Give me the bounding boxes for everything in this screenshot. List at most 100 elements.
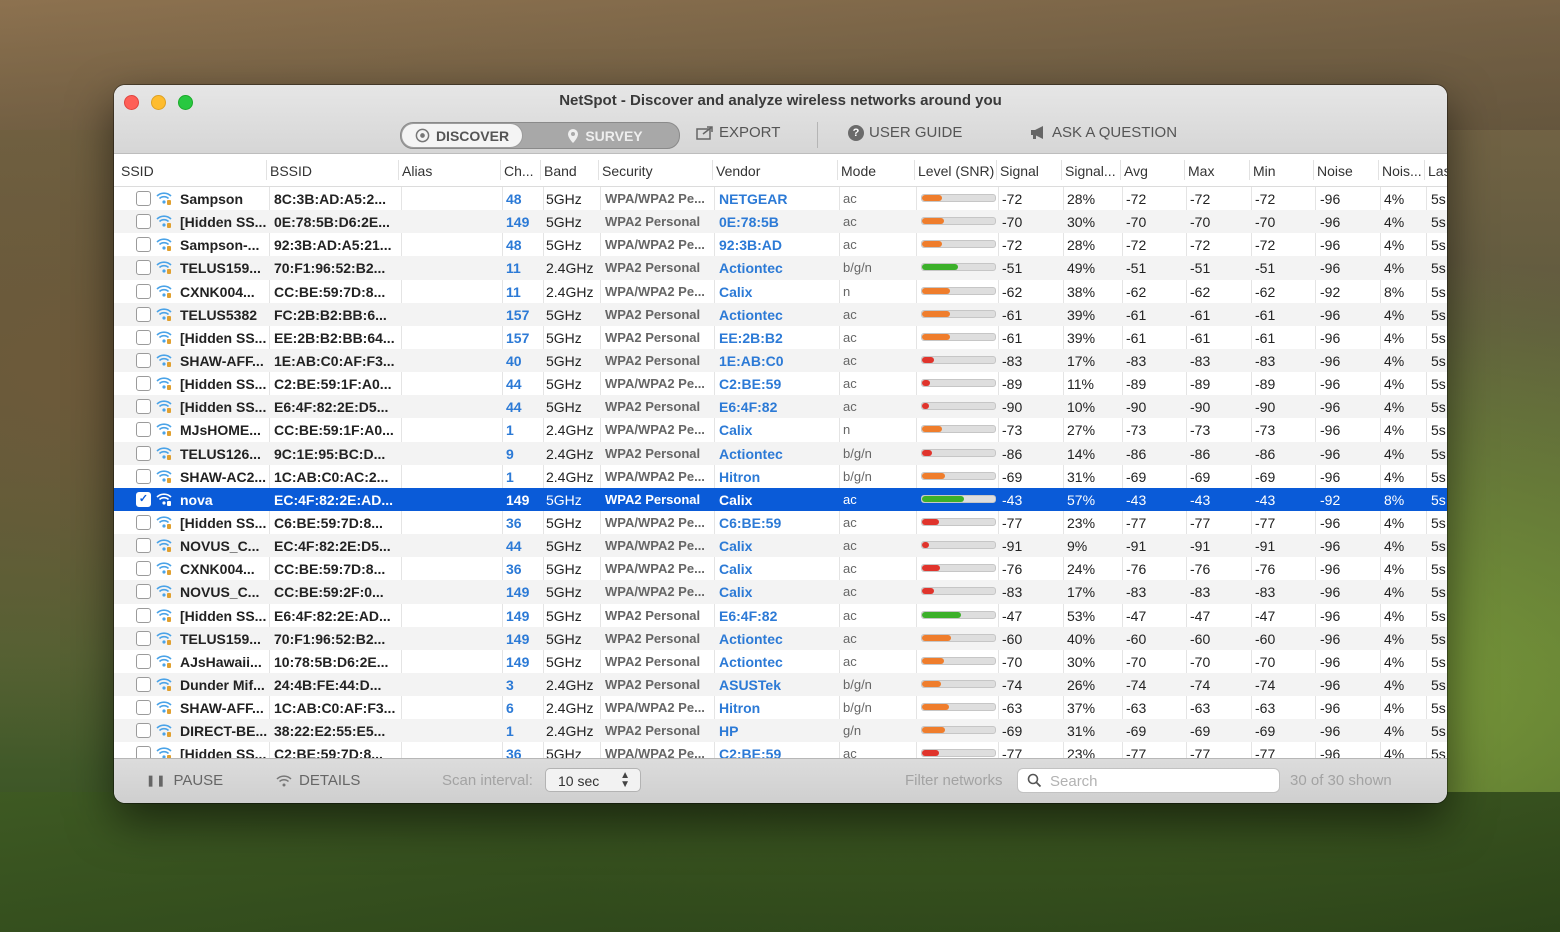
scan-interval-select[interactable]: 10 sec ▲ ▼ — [545, 768, 641, 792]
table-row[interactable]: ✓ Dunder Mif... 24:4B:FE:44:D... 3 2.4GHz WPA… — [114, 672, 1447, 697]
row-checkbox[interactable]: ✓ — [136, 723, 151, 739]
row-checkbox[interactable]: ✓ — [136, 630, 151, 646]
pause-button[interactable]: ❚❚ PAUSE — [146, 772, 223, 789]
row-checkbox[interactable]: ✓ — [136, 329, 151, 345]
table-row[interactable]: ✓ Sampson-... 92:3B:AD:A5:21... 48 5GHz WPA/W… — [114, 233, 1447, 256]
column-header[interactable]: Noise — [1317, 163, 1375, 179]
row-checkbox[interactable]: ✓ — [136, 376, 151, 392]
ask-question-button[interactable]: ASK A QUESTION — [1029, 124, 1177, 141]
band-cell: 2.4GHz — [546, 445, 594, 462]
signal-percent-cell: 31% — [1067, 723, 1096, 740]
column-header[interactable]: Vendor — [716, 163, 834, 179]
discover-tab[interactable]: DISCOVER — [401, 123, 523, 148]
security-cell: WPA2 Personal — [605, 399, 701, 415]
table-row[interactable]: ✓ NOVUS_C... CC:BE:59:2F:0... 149 5GHz WPA/WP… — [114, 580, 1447, 604]
avg-cell: -90 — [1126, 399, 1147, 416]
table-row[interactable]: ✓ [Hidden SS... E6:4F:82:2E:D5... 44 5GHz WPA… — [114, 395, 1447, 419]
row-checkbox[interactable]: ✓ — [136, 700, 151, 716]
row-checkbox[interactable]: ✓ — [136, 653, 151, 669]
wifi-icon — [156, 446, 172, 460]
row-checkbox[interactable]: ✓ — [136, 676, 151, 692]
avg-cell: -43 — [1126, 491, 1147, 508]
signal-cell: -70 — [1002, 214, 1023, 231]
column-header[interactable]: Signal — [1000, 163, 1060, 179]
table-row[interactable]: ✓ Sampson 8C:3B:AD:A5:2... 48 5GHz WPA/WPA2 P… — [114, 187, 1447, 210]
table-row[interactable]: ✓ SHAW-AFF... 1C:AB:C0:AF:F3... 6 2.4GHz WPA/… — [114, 696, 1447, 719]
channel-cell: 48 — [506, 191, 522, 207]
column-header[interactable]: Ch... — [504, 163, 539, 179]
survey-tab[interactable]: SURVEY — [531, 123, 679, 148]
table-row[interactable]: ✓ [Hidden SS... C6:BE:59:7D:8... 36 5GHz WPA/… — [114, 511, 1447, 534]
vendor-cell: Actiontec — [719, 445, 783, 462]
row-checkbox[interactable]: ✓ — [136, 584, 151, 600]
column-header[interactable]: Alias — [402, 163, 497, 179]
row-checkbox[interactable]: ✓ — [136, 445, 151, 461]
max-cell: -89 — [1190, 376, 1211, 393]
column-header[interactable]: Security — [602, 163, 710, 179]
level-bar-fill — [922, 333, 951, 340]
column-header[interactable]: Nois... — [1382, 163, 1424, 179]
wifi-icon — [156, 724, 172, 738]
table-row[interactable]: ✓ AJsHawaii... 10:78:5B:D6:2E... 149 5GHz WPA… — [114, 650, 1447, 673]
row-checkbox[interactable]: ✓ — [136, 538, 151, 554]
table-row[interactable]: ✓ SHAW-AC2... 1C:AB:C0:AC:2... 1 2.4GHz WPA/W… — [114, 465, 1447, 488]
table-row[interactable]: ✓ [Hidden SS... C2:BE:59:1F:A0... 44 5GHz WPA… — [114, 372, 1447, 395]
row-checkbox[interactable]: ✓ — [136, 283, 151, 299]
column-header[interactable]: SSID — [121, 163, 261, 179]
column-header[interactable]: Level (SNR) — [918, 163, 996, 179]
table-row[interactable]: ✓ TELUS5382 FC:2B:B2:BB:6... 157 5GHz WPA2 Pe… — [114, 302, 1447, 326]
details-button[interactable]: DETAILS — [276, 772, 360, 789]
channel-cell: 149 — [506, 584, 530, 601]
row-checkbox[interactable]: ✓ — [136, 214, 151, 230]
column-header[interactable]: Signal... — [1065, 163, 1120, 179]
row-checkbox[interactable]: ✓ — [136, 468, 151, 484]
row-checkbox[interactable]: ✓ — [136, 422, 151, 438]
user-guide-button[interactable]: ? USER GUIDE — [848, 124, 962, 141]
export-button[interactable]: EXPORT — [696, 124, 780, 141]
row-checkbox[interactable]: ✓ — [136, 306, 151, 322]
level-bar-fill — [922, 472, 945, 479]
row-checkbox[interactable]: ✓ — [136, 191, 151, 206]
ssid-cell: SHAW-AC2... — [180, 468, 267, 485]
column-header[interactable]: Las — [1428, 163, 1447, 179]
column-header[interactable]: Max — [1188, 163, 1246, 179]
row-checkbox[interactable]: ✓ — [136, 607, 151, 623]
vendor-cell: Actiontec — [719, 306, 783, 323]
table-row[interactable]: ✓ [Hidden SS... EE:2B:B2:BB:64... 157 5GHz WP… — [114, 326, 1447, 349]
row-checkbox[interactable]: ✓ — [136, 561, 151, 577]
row-checkbox[interactable]: ✓ — [136, 352, 151, 368]
table-row[interactable]: ✓ TELUS159... 70:F1:96:52:B2... 149 5GHz WPA2… — [114, 626, 1447, 650]
row-checkbox[interactable]: ✓ — [136, 399, 151, 415]
mode-cell: b/g/n — [843, 676, 872, 692]
table-row[interactable]: ✓ MJsHOME... CC:BE:59:1F:A0... 1 2.4GHz WPA/W… — [114, 418, 1447, 441]
table-row[interactable]: ✓ SHAW-AFF... 1E:AB:C0:AF:F3... 40 5GHz WPA2 … — [114, 348, 1447, 373]
column-header[interactable]: BSSID — [270, 163, 395, 179]
table-row[interactable]: ✓ [Hidden SS... E6:4F:82:2E:AD... 149 5GHz WP… — [114, 604, 1447, 627]
table-row[interactable]: ✓ CXNK004... CC:BE:59:7D:8... 36 5GHz WPA/WPA… — [114, 557, 1447, 580]
table-row[interactable]: ✓ TELUS126... 9C:1E:95:BC:D... 9 2.4GHz WPA2 … — [114, 441, 1447, 465]
bssid-cell: 1E:AB:C0:AF:F3... — [274, 352, 395, 369]
ask-question-label: ASK A QUESTION — [1052, 124, 1178, 141]
table-row[interactable]: ✓ [Hidden SS... 0E:78:5B:D6:2E... 149 5GHz WP… — [114, 210, 1447, 234]
vendor-cell: Calix — [719, 283, 753, 300]
ssid-cell: [Hidden SS... — [180, 329, 267, 346]
noise-cell: -92 — [1320, 491, 1341, 508]
level-bar — [921, 703, 996, 712]
column-header[interactable]: Avg — [1124, 163, 1182, 179]
row-checkbox[interactable]: ✓ — [136, 514, 151, 530]
table-row[interactable]: ✓ DIRECT-BE... 38:22:E2:55:E5... 1 2.4GHz WPA… — [114, 719, 1447, 743]
table-row[interactable]: ✓ CXNK004... CC:BE:59:7D:8... 11 2.4GHz WPA/W… — [114, 280, 1447, 303]
table-row[interactable]: ✓ nova EC:4F:82:2E:AD... 149 5GHz WPA2 Person… — [114, 487, 1447, 511]
table-row[interactable]: ✓ TELUS159... 70:F1:96:52:B2... 11 2.4GHz WPA… — [114, 256, 1447, 280]
security-cell: WPA2 Personal — [605, 653, 701, 669]
row-checkbox[interactable]: ✓ — [136, 260, 151, 276]
column-header[interactable]: Mode — [841, 163, 911, 179]
row-checkbox[interactable]: ✓ — [136, 237, 151, 253]
table-row[interactable]: ✓ NOVUS_C... EC:4F:82:2E:D5... 44 5GHz WPA/WP… — [114, 534, 1447, 558]
search-field[interactable]: Search — [1017, 768, 1280, 793]
table-row[interactable]: ✓[Hidden SS...C2:BE:59:7D:8...365GHzWPA/… — [114, 742, 1447, 759]
column-header[interactable]: Band — [544, 163, 596, 179]
band-cell: 5GHz — [546, 584, 582, 601]
row-checkbox[interactable]: ✓ — [136, 491, 151, 507]
column-header[interactable]: Min — [1253, 163, 1311, 179]
